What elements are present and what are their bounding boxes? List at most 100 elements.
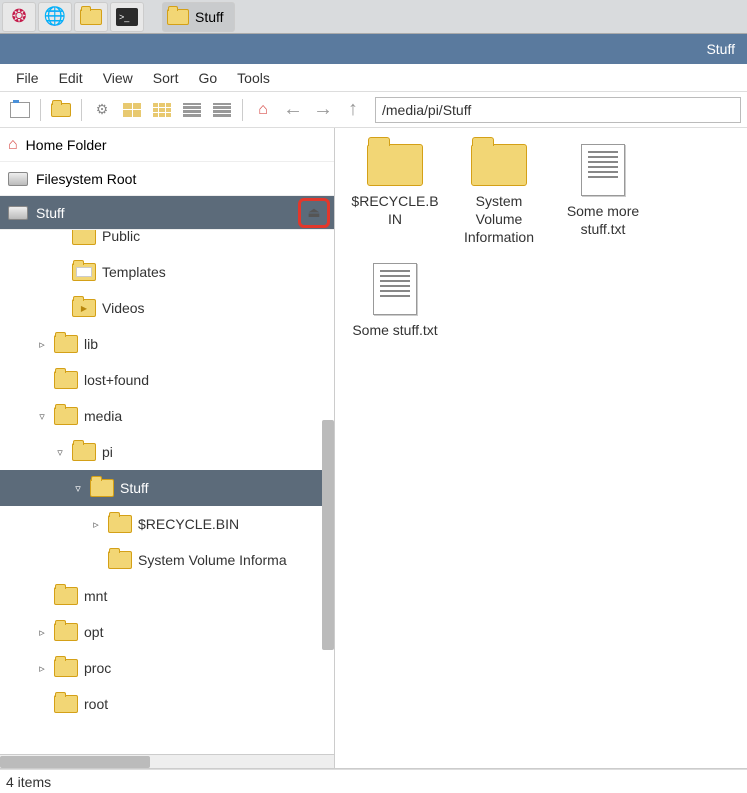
sidebar: ⌂ Home Folder Filesystem Root Stuff ⏏ Pu… — [0, 128, 335, 768]
new-tab-button[interactable] — [6, 96, 34, 124]
preferences-button[interactable]: ⚙ — [88, 96, 116, 124]
view-list-button[interactable] — [178, 96, 206, 124]
statusbar: 4 items — [0, 769, 747, 793]
tree-row[interactable]: ▿ pi — [0, 434, 334, 470]
eject-icon: ⏏ — [307, 204, 320, 221]
expander-icon[interactable]: ▹ — [36, 662, 48, 675]
menu-edit[interactable]: Edit — [49, 66, 93, 90]
tree-row[interactable]: ▹$RECYCLE.BIN — [0, 506, 334, 542]
eject-button[interactable]: ⏏ — [302, 201, 326, 225]
tree-row[interactable]: ▹opt — [0, 614, 334, 650]
new-folder-button[interactable] — [47, 96, 75, 124]
tree-row-label: mnt — [84, 588, 107, 604]
menu-sort[interactable]: Sort — [143, 66, 189, 90]
folder-icon — [90, 479, 114, 497]
expander-icon[interactable]: ▿ — [54, 446, 66, 459]
up-button[interactable]: ↑ — [339, 96, 367, 124]
menu-go[interactable]: Go — [188, 66, 227, 90]
item-label: System Volume Information — [455, 192, 543, 247]
expander-icon[interactable]: ▿ — [72, 482, 84, 495]
folder-icon — [54, 587, 78, 605]
tree-row[interactable]: mnt — [0, 578, 334, 614]
separator — [242, 99, 243, 121]
system-taskbar: ❂ 🌐 >_ Stuff — [0, 0, 747, 34]
folder-icon — [167, 9, 189, 25]
folder-item[interactable]: System Volume Information — [451, 140, 547, 251]
view-icons-button[interactable] — [118, 96, 146, 124]
home-icon: ⌂ — [8, 136, 18, 154]
home-icon: ⌂ — [258, 101, 268, 119]
window-titlebar: Stuff — [0, 34, 747, 64]
tree-row[interactable]: ▹lib — [0, 326, 334, 362]
tree-row-label: pi — [102, 444, 113, 460]
tree-row[interactable]: Videos — [0, 290, 334, 326]
raspberry-menu-button[interactable]: ❂ — [2, 2, 36, 32]
folder-icon — [80, 9, 102, 25]
file-item[interactable]: Some more stuff.txt — [555, 140, 651, 251]
tree-row-label: proc — [84, 660, 111, 676]
content-pane[interactable]: $RECYCLE.BINSystem Volume InformationSom… — [335, 128, 747, 768]
folder-tree: PublicTemplatesVideos▹liblost+found ▿ medi… — [0, 230, 334, 754]
menu-tools[interactable]: Tools — [227, 66, 280, 90]
taskbar-app-stuff[interactable]: Stuff — [162, 2, 235, 32]
folder-icon — [54, 659, 78, 677]
folder-icon — [72, 263, 96, 281]
tree-row[interactable]: Templates — [0, 254, 334, 290]
browser-launcher[interactable]: 🌐 — [38, 2, 72, 32]
arrow-up-icon: ↑ — [348, 98, 358, 121]
tree-row[interactable]: System Volume Informa — [0, 542, 334, 578]
folder-icon — [72, 443, 96, 461]
raspberry-icon: ❂ — [11, 6, 26, 27]
menu-view[interactable]: View — [93, 66, 143, 90]
hscrollbar-thumb[interactable] — [0, 756, 150, 768]
tree-scrollbar-thumb[interactable] — [322, 420, 334, 650]
window-title: Stuff — [706, 41, 735, 57]
forward-button[interactable]: → — [309, 96, 337, 124]
icons-grid: $RECYCLE.BINSystem Volume InformationSom… — [347, 140, 735, 343]
list-icon — [183, 103, 201, 117]
disk-icon — [8, 206, 28, 220]
expander-icon[interactable]: ▹ — [36, 338, 48, 351]
back-button[interactable]: ← — [279, 96, 307, 124]
view-detail-button[interactable] — [208, 96, 236, 124]
expander-icon[interactable]: ▿ — [36, 410, 48, 423]
menu-file[interactable]: File — [6, 66, 49, 90]
menubar: File Edit View Sort Go Tools — [0, 64, 747, 92]
place-filesystem-root[interactable]: Filesystem Root — [0, 162, 334, 196]
place-label: Home Folder — [26, 137, 107, 153]
tree-row[interactable]: ▿Stuff — [0, 470, 334, 506]
taskbar-app-label: Stuff — [195, 9, 224, 25]
file-item[interactable]: Some stuff.txt — [347, 259, 443, 343]
path-entry[interactable]: /media/pi/Stuff — [375, 97, 741, 123]
terminal-icon: >_ — [116, 8, 138, 26]
expander-icon[interactable]: ▹ — [90, 518, 102, 531]
view-compact-button[interactable] — [148, 96, 176, 124]
main-area: ⌂ Home Folder Filesystem Root Stuff ⏏ Pu… — [0, 128, 747, 769]
folder-icon — [108, 551, 132, 569]
folder-icon — [54, 371, 78, 389]
item-label: Some stuff.txt — [352, 321, 437, 339]
place-label: Stuff — [36, 205, 65, 221]
tree-row[interactable]: root — [0, 686, 334, 722]
tree-row[interactable]: Public — [0, 230, 334, 254]
home-button[interactable]: ⌂ — [249, 96, 277, 124]
tree-row[interactable]: lost+found — [0, 362, 334, 398]
folder-item[interactable]: $RECYCLE.BIN — [347, 140, 443, 251]
expander-icon[interactable]: ▹ — [36, 626, 48, 639]
toolbar: ⚙ ⌂ ← → ↑ /media/pi/Stuff — [0, 92, 747, 128]
tree-row[interactable]: ▿ media — [0, 398, 334, 434]
place-stuff[interactable]: Stuff ⏏ — [0, 196, 334, 230]
tree-row[interactable]: ▹ proc — [0, 650, 334, 686]
tree-row-label: media — [84, 408, 122, 424]
path-text: /media/pi/Stuff — [382, 102, 471, 118]
folder-icon — [72, 230, 96, 245]
arrow-right-icon: → — [313, 98, 333, 121]
sidebar-hscrollbar[interactable] — [0, 754, 334, 768]
place-home-folder[interactable]: ⌂ Home Folder — [0, 128, 334, 162]
place-label: Filesystem Root — [36, 171, 136, 187]
textfile-icon — [581, 144, 625, 196]
folder-icon — [54, 623, 78, 641]
file-manager-launcher[interactable] — [74, 2, 108, 32]
terminal-launcher[interactable]: >_ — [110, 2, 144, 32]
folder-icon — [54, 335, 78, 353]
